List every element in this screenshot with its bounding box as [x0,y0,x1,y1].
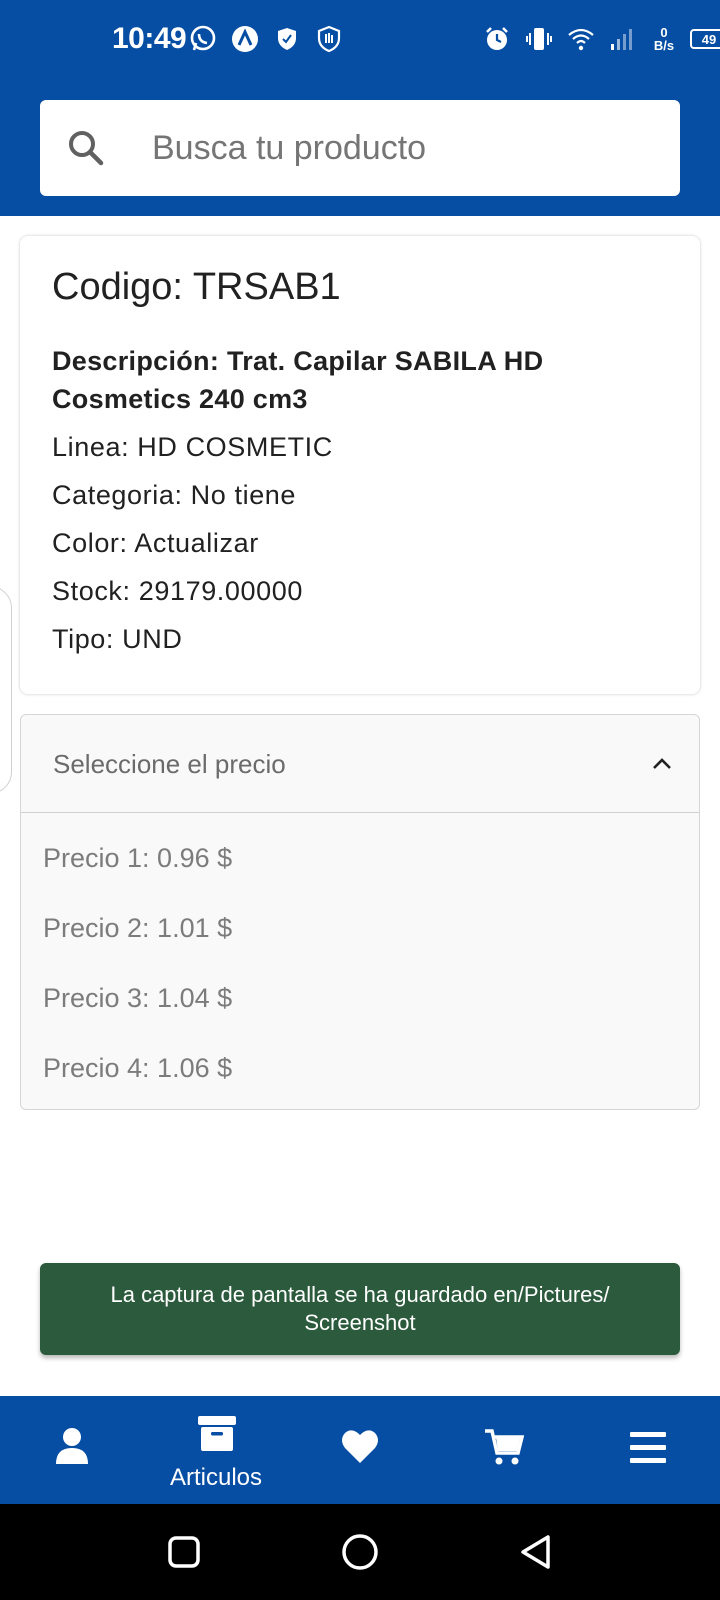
status-time: 10:49 [112,22,187,55]
product-categoria: Categoria: No tiene [52,480,297,510]
app-a-icon [232,26,258,52]
status-bar: 10:49 0 B/s 49 [0,0,720,80]
nav-item-menu[interactable] [588,1396,708,1504]
price-option-1[interactable]: Precio 1: 0.96 $ [43,843,232,874]
nav-item-articulos[interactable]: Articulos [156,1396,276,1504]
product-card: Codigo: TRSAB1 Descripción: Trat. Capila… [20,236,700,694]
recents-icon[interactable] [164,1532,204,1572]
net-speed: 0 B/s [650,26,678,52]
screenshot-toast: La captura de pantalla se ha guardado en… [40,1263,680,1355]
back-icon[interactable] [516,1532,556,1572]
product-color: Color: Actualizar [52,528,259,558]
nav-item-profile[interactable] [12,1396,132,1504]
bottom-nav: Articulos [0,1396,720,1504]
battery-level: 49 [701,31,717,47]
notification-icons [188,24,344,54]
search-bar[interactable] [40,100,680,196]
product-description: Descripción: Trat. Capilar SABILA HD Cos… [52,346,544,414]
chevron-up-icon[interactable] [649,751,675,777]
alarm-icon [486,27,508,50]
archive-box-icon [198,1416,236,1451]
menu-icon [630,1432,666,1463]
system-icons: 0 B/s 49 [482,24,720,54]
net-speed-unit: B/s [653,38,675,53]
hand-shield-icon [317,25,341,53]
signal-icon [611,29,632,50]
price-select-header[interactable]: Seleccione el precio [21,715,699,813]
vibrate-icon [526,28,552,50]
side-drawer-handle[interactable] [0,586,12,794]
search-icon[interactable] [66,128,106,168]
cart-icon [485,1429,524,1465]
user-icon [56,1428,88,1464]
system-nav-bar [0,1504,720,1600]
home-icon[interactable] [340,1532,380,1572]
toast-message: La captura de pantalla se ha guardado en… [110,1282,610,1335]
battery-icon: 49 [690,29,720,49]
wifi-icon [568,28,594,51]
product-stock: Stock: 29179.00000 [52,576,303,606]
price-option-3[interactable]: Precio 3: 1.04 $ [43,983,232,1014]
app-header: 10:49 0 B/s 49 Busca tu producto [0,0,720,216]
shield-icon [278,28,296,50]
nav-item-cart[interactable] [444,1396,564,1504]
whatsapp-icon [190,25,216,51]
heart-icon [342,1430,378,1463]
nav-item-favorites[interactable] [300,1396,420,1504]
price-option-2[interactable]: Precio 2: 1.01 $ [43,913,232,944]
nav-label-articulos: Articulos [169,1464,263,1491]
product-linea: Linea: HD COSMETIC [52,432,333,462]
price-select-panel: Seleccione el precio Precio 1: 0.96 $ Pr… [20,714,700,1110]
product-code: Codigo: TRSAB1 [52,266,341,308]
price-select-label: Seleccione el precio [53,749,286,779]
product-tipo: Tipo: UND [52,624,183,654]
search-input[interactable] [152,124,632,172]
price-option-4[interactable]: Precio 4: 1.06 $ [43,1053,232,1084]
